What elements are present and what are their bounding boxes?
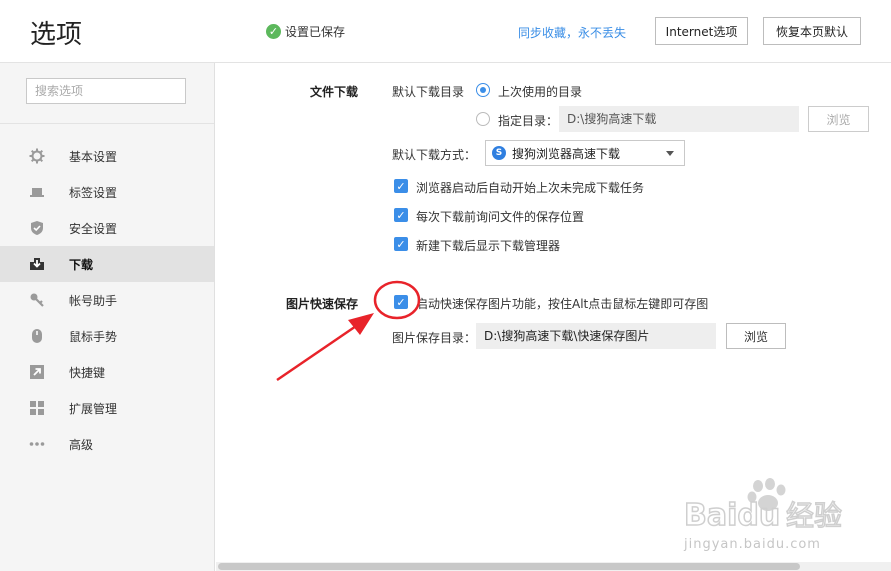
annotation-circle bbox=[373, 280, 421, 320]
horizontal-scrollbar-thumb[interactable] bbox=[218, 563, 800, 570]
annotation-arrow-line bbox=[276, 320, 363, 382]
watermark-brand-cn: 经验 bbox=[786, 499, 842, 532]
watermark-url: jingyan.baidu.com bbox=[684, 537, 821, 552]
watermark-brand: Baidu bbox=[684, 498, 780, 533]
annotation-arrowhead bbox=[348, 313, 374, 335]
